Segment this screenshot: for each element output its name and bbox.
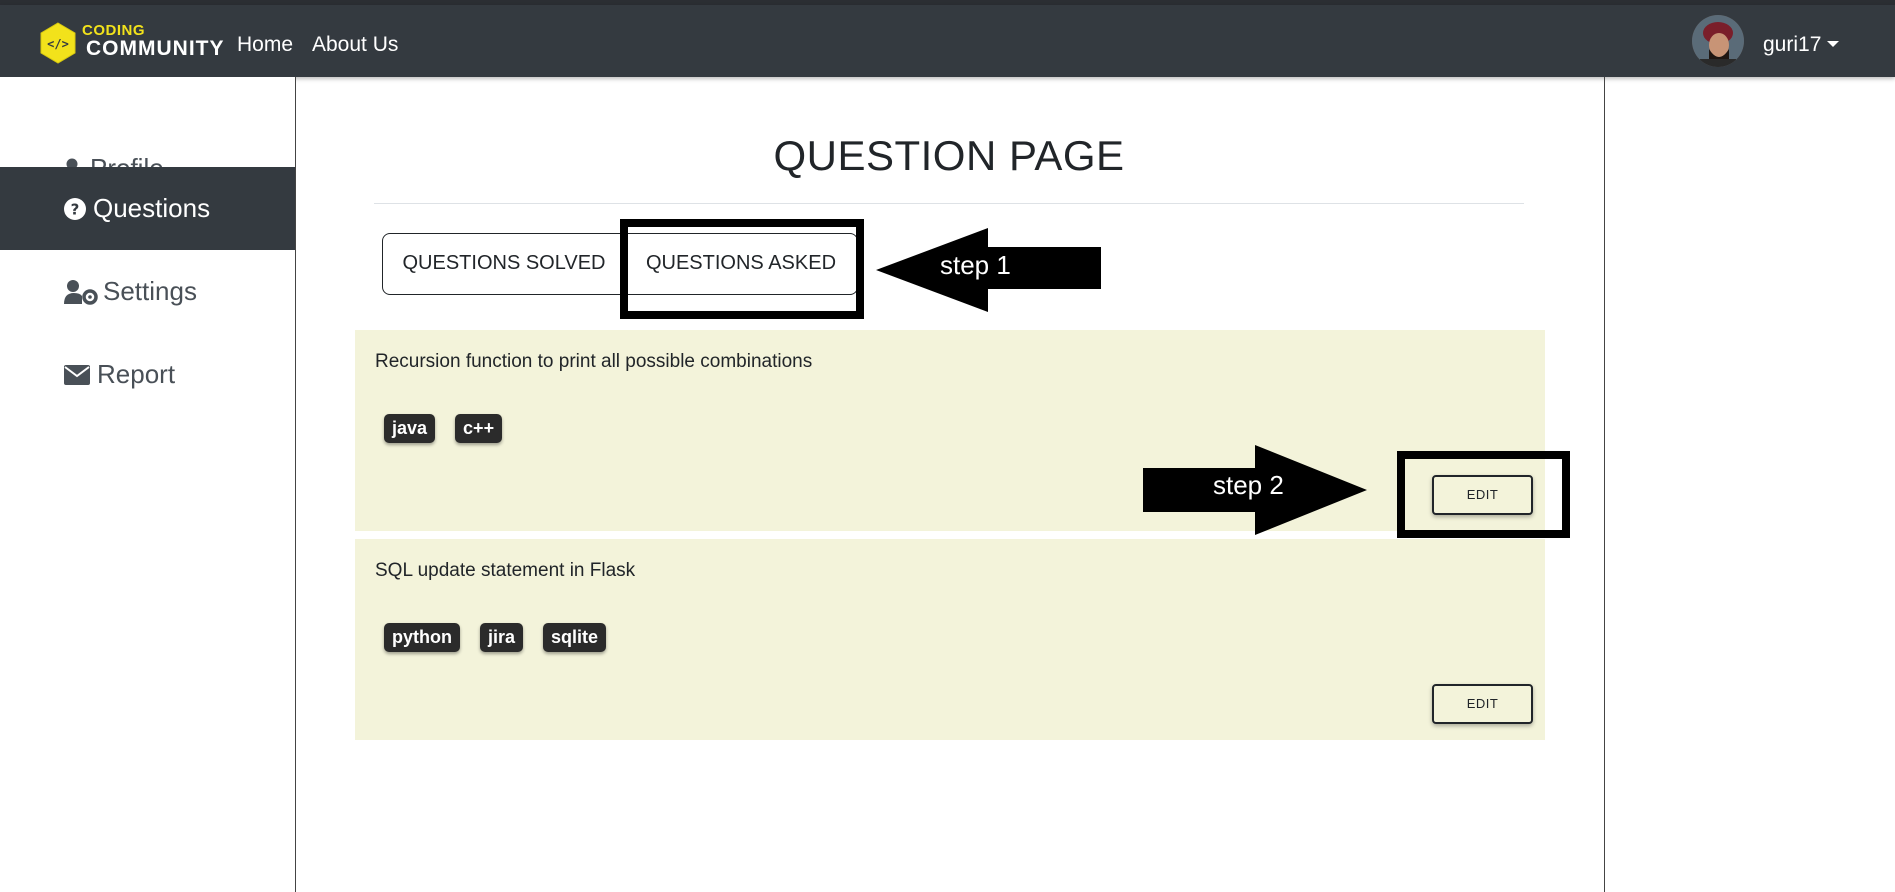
navbar: </> CODING COMMUNITY Home About Us guri1… [0,5,1895,77]
tab-questions-solved[interactable]: QUESTIONS SOLVED [383,234,625,293]
step1-label: step 1 [940,250,1011,280]
page-title: QUESTION PAGE [773,132,1125,179]
nav-home-link[interactable]: Home [237,32,293,58]
sidebar-item-report[interactable]: Report [0,333,295,416]
user-cog-icon [64,250,98,333]
logo-hexagon-icon: </> [36,21,80,65]
sidebar-item-label: Report [97,359,176,389]
sidebar-item-label: Questions [93,193,211,223]
logo-text-coding: CODING [82,22,145,39]
logo-text-community: COMMUNITY [86,37,225,60]
tag-list: python jira sqlite [384,623,626,652]
question-circle-icon: ? [64,167,86,250]
tag-badge[interactable]: java [384,414,436,443]
tag-badge[interactable]: c++ [455,414,503,443]
content-border-right [1604,77,1605,892]
tag-list: java c++ [384,414,522,443]
caret-down-icon [1827,41,1840,47]
user-menu-dropdown[interactable]: guri17 [1763,32,1840,58]
sidebar: Profile ? Questions Settings Report [0,77,295,892]
question-card: SQL update statement in Flask python jira… [355,539,1545,740]
title-divider [374,203,1524,204]
envelope-icon [64,333,90,416]
question-title[interactable]: SQL update statement in Flask [375,559,635,583]
tag-badge[interactable]: python [384,623,460,652]
user-avatar[interactable] [1692,15,1744,67]
highlight-box-questions-asked [620,219,864,319]
sidebar-item-settings[interactable]: Settings [0,250,295,333]
username-label: guri17 [1763,33,1822,56]
content-border-left [295,77,296,892]
svg-text:?: ? [71,200,80,218]
sidebar-item-questions[interactable]: ? Questions [0,167,295,250]
sidebar-item-label: Settings [103,276,197,306]
coding-community-logo[interactable]: </> CODING COMMUNITY [36,19,224,65]
highlight-box-edit [1397,451,1570,538]
tag-badge[interactable]: sqlite [543,623,607,652]
nav-about-link[interactable]: About Us [312,32,398,58]
tag-badge[interactable]: jira [480,623,524,652]
step2-label: step 2 [1213,470,1284,500]
logo-code-glyph: </> [47,37,69,51]
edit-button[interactable]: EDIT [1432,684,1533,724]
question-title[interactable]: Recursion function to print all possible… [375,350,812,374]
